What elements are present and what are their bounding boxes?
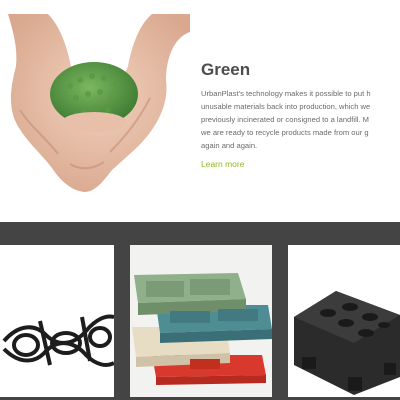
description-line: we are ready to recycle products made fr…	[201, 128, 369, 137]
product-gallery	[0, 222, 400, 400]
product-tile-pallet[interactable]	[288, 245, 400, 397]
section-description: UrbanPlast’s technology makes it possibl…	[201, 87, 400, 157]
hands-with-pellets-image	[8, 14, 190, 192]
stacked-colored-trays-image	[130, 245, 272, 397]
product-tile-trays[interactable]	[130, 245, 272, 397]
product-tile-grid[interactable]	[0, 245, 114, 397]
description-line: again and again.	[201, 141, 258, 150]
description-line: UrbanPlast’s technology makes it possibl…	[201, 89, 371, 98]
description-line: unusable materials back into production,…	[201, 102, 371, 111]
description-line: previously incinerated or consigned to a…	[201, 115, 369, 124]
hero-section: Green UrbanPlast’s technology makes it p…	[0, 14, 400, 220]
section-heading: Green	[201, 60, 251, 79]
black-plastic-grid-image	[0, 245, 114, 397]
black-plastic-pallet-image	[288, 245, 400, 397]
top-border	[0, 0, 400, 15]
learn-more-link[interactable]: Learn more	[201, 159, 244, 169]
